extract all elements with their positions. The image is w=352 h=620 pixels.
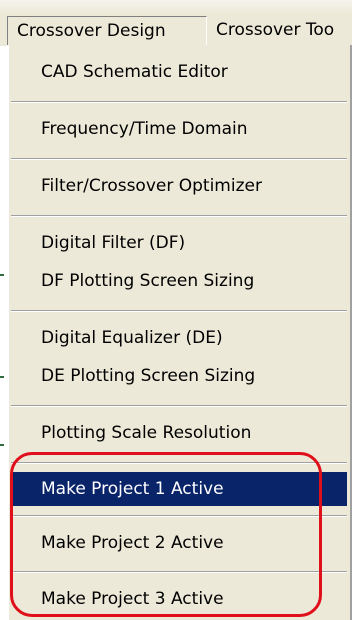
menu-separator — [11, 215, 347, 217]
menu-crossover-design[interactable]: Crossover Design — [7, 16, 207, 46]
menu-item-plotting-scale-resolution[interactable]: Plotting Scale Resolution — [11, 416, 347, 450]
background-mark — [0, 444, 4, 446]
menu-item-df-plotting-screen-sizing[interactable]: DF Plotting Screen Sizing — [11, 264, 347, 298]
menu-separator — [11, 462, 347, 464]
menu-separator — [11, 101, 347, 103]
menu-item-make-project-3-active[interactable]: Make Project 3 Active — [11, 582, 347, 616]
menu-item-filter-crossover-optimizer[interactable]: Filter/Crossover Optimizer — [11, 169, 347, 203]
background-mark — [0, 274, 4, 276]
menu-separator — [11, 405, 347, 407]
menubar-shade — [0, 0, 352, 14]
screen: Crossover Design Crossover Too CAD Schem… — [0, 0, 352, 620]
menu-separator — [11, 571, 347, 573]
menu-crossover-tools[interactable]: Crossover Too — [216, 16, 334, 46]
menu-item-de-plotting-screen-sizing[interactable]: DE Plotting Screen Sizing — [11, 359, 347, 393]
menu-item-cad-schematic-editor[interactable]: CAD Schematic Editor — [11, 55, 347, 89]
menu-item-frequency-time-domain[interactable]: Frequency/Time Domain — [11, 112, 347, 146]
menu-separator — [11, 158, 347, 160]
crossover-design-dropdown: CAD Schematic Editor Frequency/Time Doma… — [7, 45, 352, 620]
menu-item-digital-filter[interactable]: Digital Filter (DF) — [11, 226, 347, 260]
menu-separator — [11, 515, 347, 517]
menubar: Crossover Design Crossover Too — [0, 0, 352, 46]
background-mark — [0, 376, 4, 378]
menu-separator — [11, 310, 347, 312]
menu-item-digital-equalizer[interactable]: Digital Equalizer (DE) — [11, 321, 347, 355]
menu-item-make-project-2-active[interactable]: Make Project 2 Active — [11, 526, 347, 560]
menu-item-make-project-1-active[interactable]: Make Project 1 Active — [11, 472, 347, 506]
